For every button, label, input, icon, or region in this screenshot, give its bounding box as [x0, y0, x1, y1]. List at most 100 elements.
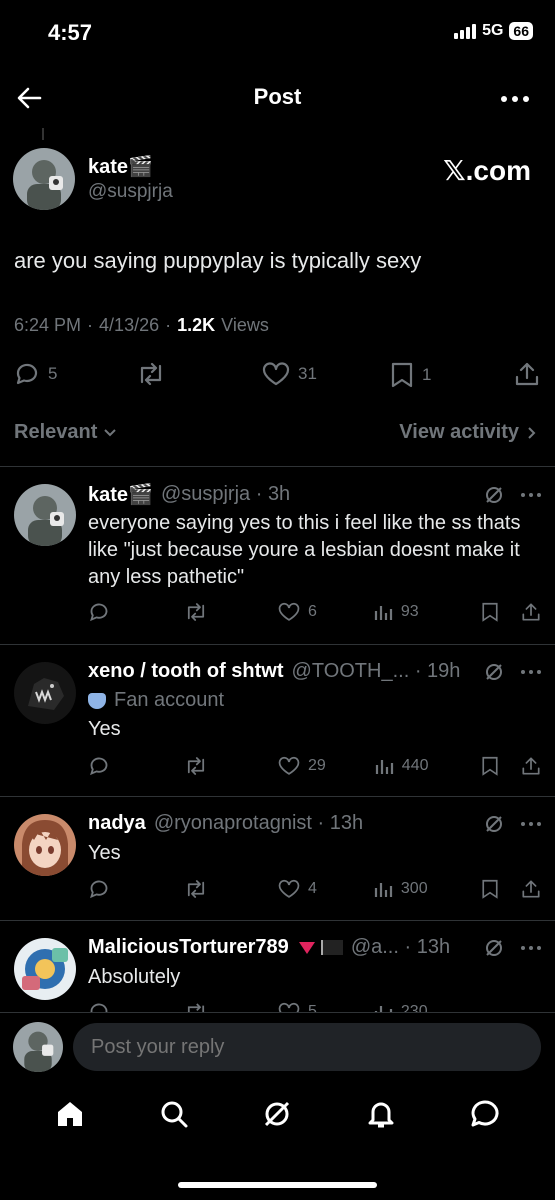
- reply-text: everyone saying yes to this i feel like …: [88, 512, 521, 588]
- bookmark-button[interactable]: [481, 756, 499, 776]
- red-triangle-icon: [298, 941, 315, 954]
- bookmark-button[interactable]: [481, 879, 499, 899]
- bookmark-button[interactable]: [481, 602, 499, 622]
- reply-header: MaliciousTorturer789 @a... · 13h: [88, 936, 541, 959]
- repost-icon: [187, 757, 205, 775]
- analytics-icon: [375, 760, 393, 774]
- share-icon: [522, 880, 540, 898]
- repost-button[interactable]: [184, 879, 208, 899]
- status-indicators: 5G 66: [454, 22, 533, 40]
- avatar[interactable]: [14, 938, 76, 1000]
- repost-button[interactable]: [184, 756, 208, 776]
- post-meta: 6:24 PM · 4/13/26 · 1.2K Views: [14, 315, 269, 335]
- reply-header: kate🎬 @suspjrja · 3h: [88, 482, 541, 507]
- page-title: Post: [253, 84, 302, 109]
- avatar[interactable]: [14, 484, 76, 546]
- post-text: are you saying puppyplay is typically se…: [14, 248, 422, 273]
- reply-item[interactable]: xeno / tooth of shtwt @TOOTH_... · 19h F…: [0, 644, 555, 796]
- repost-icon: [140, 362, 162, 386]
- repost-button[interactable]: [184, 602, 208, 622]
- home-icon[interactable]: [54, 1098, 86, 1130]
- bottom-nav: [0, 1098, 555, 1130]
- reply-header: xeno / tooth of shtwt @TOOTH_... · 19h: [88, 660, 541, 683]
- views-button[interactable]: 300: [373, 879, 428, 899]
- status-time: 4:57: [48, 20, 93, 45]
- reply-item[interactable]: MaliciousTorturer789 @a... · 13h Absolut…: [0, 920, 555, 1012]
- post-date: 4/13/26: [99, 315, 160, 335]
- analytics-icon: [374, 606, 393, 620]
- post-author-name[interactable]: kate🎬: [88, 154, 153, 179]
- views-label: Views: [221, 315, 269, 335]
- more-options-icon[interactable]: [521, 821, 541, 826]
- search-icon[interactable]: [158, 1098, 190, 1130]
- bookmark-button[interactable]: 1: [390, 362, 431, 388]
- reply-icon: [90, 1003, 108, 1012]
- share-button[interactable]: [521, 879, 541, 899]
- reply-button[interactable]: [88, 879, 110, 899]
- share-icon: [515, 362, 539, 386]
- reply-header: nadya @ryonaprotagnist · 13h: [88, 812, 541, 835]
- reply-button[interactable]: [88, 756, 110, 776]
- repost-icon: [187, 880, 205, 898]
- messages-icon[interactable]: [469, 1098, 501, 1130]
- reply-button[interactable]: [88, 1002, 110, 1012]
- analytics-icon: [374, 1006, 393, 1012]
- like-button[interactable]: 4: [278, 879, 317, 899]
- like-button[interactable]: 29: [278, 756, 326, 776]
- share-icon: [522, 603, 540, 621]
- grok-icon[interactable]: [483, 937, 505, 959]
- bookmark-icon: [391, 362, 413, 388]
- reply-item[interactable]: nadya @ryonaprotagnist · 13h Yes 4 300: [0, 796, 555, 920]
- chevron-right-icon: [528, 426, 536, 439]
- avatar[interactable]: [14, 662, 76, 724]
- share-button[interactable]: [514, 361, 540, 387]
- more-options-icon[interactable]: [521, 492, 541, 497]
- reply-icon: [90, 603, 108, 622]
- more-options-icon[interactable]: [521, 945, 541, 950]
- battery-icon: 66: [509, 22, 533, 40]
- reply-icon: [90, 757, 108, 776]
- reply-composer[interactable]: [73, 1023, 541, 1071]
- heart-icon: [278, 1002, 300, 1012]
- share-button[interactable]: [521, 602, 541, 622]
- reply-text: Yes: [88, 718, 121, 740]
- reply-button[interactable]: 5: [14, 362, 57, 386]
- home-indicator: [178, 1182, 377, 1188]
- post-time: 6:24 PM: [14, 315, 82, 335]
- heart-icon: [278, 756, 300, 775]
- like-button[interactable]: 31: [262, 362, 317, 386]
- avatar[interactable]: [13, 1022, 63, 1072]
- repost-button[interactable]: [184, 1002, 208, 1012]
- heart-icon: [262, 362, 290, 386]
- more-options-icon[interactable]: [501, 96, 529, 102]
- reply-item[interactable]: kate🎬 @suspjrja · 3h everyone saying yes…: [0, 466, 555, 644]
- repost-icon: [187, 603, 205, 621]
- grok-icon[interactable]: [483, 661, 505, 683]
- reply-input[interactable]: [73, 1023, 541, 1071]
- bell-icon[interactable]: [365, 1098, 397, 1130]
- views-button[interactable]: 230: [373, 1002, 428, 1012]
- signal-icon: [454, 23, 477, 39]
- reply-text: Yes: [88, 842, 121, 864]
- more-options-icon[interactable]: [521, 669, 541, 674]
- views-button[interactable]: 440: [374, 756, 429, 776]
- divider: [0, 1012, 555, 1013]
- sort-dropdown[interactable]: Relevant: [14, 421, 117, 444]
- like-button[interactable]: 5: [278, 1002, 317, 1012]
- grok-icon[interactable]: [483, 813, 505, 835]
- thread-line: [42, 128, 44, 140]
- mask-icon: [88, 692, 106, 709]
- like-button[interactable]: 6: [278, 602, 317, 622]
- grok-icon[interactable]: [483, 484, 505, 506]
- post-author-handle[interactable]: @suspjrja: [88, 181, 173, 203]
- share-button[interactable]: [521, 756, 541, 776]
- share-icon: [522, 757, 540, 775]
- views-button[interactable]: 93: [373, 602, 419, 622]
- avatar[interactable]: [14, 814, 76, 876]
- reply-button[interactable]: [88, 602, 110, 622]
- avatar[interactable]: [13, 148, 75, 210]
- grok-icon[interactable]: [261, 1098, 293, 1130]
- view-activity-link[interactable]: View activity: [399, 421, 537, 444]
- black-flag-icon: [320, 940, 343, 955]
- repost-button[interactable]: [136, 362, 166, 386]
